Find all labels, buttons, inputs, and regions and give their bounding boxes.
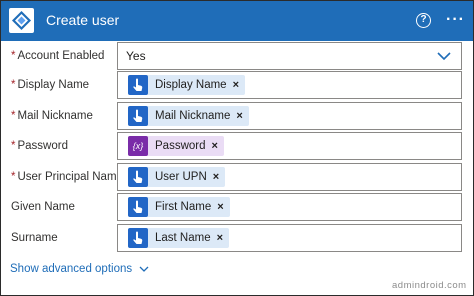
- remove-token-icon[interactable]: ×: [212, 140, 218, 152]
- field-row-mail-nickname: * Mail Nickname Mail Nickname ×: [1, 102, 473, 132]
- remove-token-icon[interactable]: ×: [217, 201, 223, 213]
- field-label-text: Password: [17, 140, 68, 152]
- remove-token-icon[interactable]: ×: [233, 79, 239, 91]
- token-label: First Name: [155, 201, 212, 213]
- field-row-surname: Surname Last Name ×: [1, 224, 473, 254]
- chevron-down-icon: [139, 266, 149, 272]
- field-row-display-name: * Display Name Display Name ×: [1, 71, 473, 101]
- forms-hand-icon: [128, 167, 148, 187]
- display-name-input[interactable]: Display Name ×: [117, 71, 462, 99]
- dynamic-content-token[interactable]: Display Name ×: [128, 75, 246, 95]
- field-label: * Password: [11, 132, 68, 162]
- token-label: Password: [155, 140, 206, 152]
- watermark: admindroid.com: [392, 280, 467, 291]
- required-marker: *: [11, 79, 16, 91]
- token-label: Display Name: [155, 79, 227, 91]
- dynamic-content-token[interactable]: First Name ×: [128, 197, 230, 217]
- advanced-options-label: Show advanced options: [10, 263, 133, 275]
- field-label-text: Given Name: [11, 201, 75, 213]
- password-input[interactable]: {x} Password ×: [117, 132, 462, 160]
- field-label: * Display Name: [11, 71, 89, 101]
- field-label: * User Principal Name: [11, 163, 123, 193]
- ellipsis-icon[interactable]: ···: [446, 11, 465, 29]
- card-header[interactable]: Create user ? ···: [1, 1, 473, 41]
- remove-token-icon[interactable]: ×: [217, 232, 223, 244]
- chevron-down-icon[interactable]: [437, 51, 451, 61]
- select-value: Yes: [126, 49, 146, 63]
- create-user-card: Create user ? ··· * Account Enabled Yes *…: [0, 0, 474, 296]
- show-advanced-options-link[interactable]: Show advanced options: [10, 263, 149, 275]
- required-marker: *: [11, 50, 16, 62]
- field-label-text: User Principal Name: [17, 171, 123, 183]
- user-principal-name-input[interactable]: User UPN ×: [117, 163, 462, 191]
- field-label: * Account Enabled: [11, 42, 104, 72]
- forms-hand-icon: [128, 197, 148, 217]
- field-label-text: Display Name: [17, 79, 90, 91]
- dynamic-content-token[interactable]: Last Name ×: [128, 228, 230, 248]
- azure-ad-icon: [9, 8, 34, 33]
- required-marker: *: [11, 171, 16, 183]
- required-marker: *: [11, 140, 16, 152]
- token-label: Mail Nickname: [155, 110, 231, 122]
- field-row-given-name: Given Name First Name ×: [1, 193, 473, 223]
- field-row-user-principal-name: * User Principal Name User UPN ×: [1, 163, 473, 193]
- token-label: User UPN: [155, 171, 207, 183]
- required-marker: *: [11, 110, 16, 122]
- given-name-input[interactable]: First Name ×: [117, 193, 462, 221]
- field-row-password: * Password {x} Password ×: [1, 132, 473, 162]
- expression-token[interactable]: {x} Password ×: [128, 136, 224, 156]
- field-label: Given Name: [11, 193, 75, 223]
- card-title: Create user: [46, 12, 120, 28]
- remove-token-icon[interactable]: ×: [213, 171, 219, 183]
- field-label: Surname: [11, 224, 58, 254]
- account-enabled-select[interactable]: Yes: [117, 42, 462, 70]
- question-circle-icon[interactable]: ?: [416, 13, 431, 28]
- forms-hand-icon: [128, 106, 148, 126]
- field-label: * Mail Nickname: [11, 102, 93, 132]
- remove-token-icon[interactable]: ×: [236, 110, 242, 122]
- field-row-account-enabled: * Account Enabled Yes: [1, 42, 473, 72]
- token-label: Last Name: [155, 232, 211, 244]
- surname-input[interactable]: Last Name ×: [117, 224, 462, 252]
- expression-fx-icon: {x}: [128, 136, 148, 156]
- forms-hand-icon: [128, 75, 148, 95]
- dynamic-content-token[interactable]: Mail Nickname ×: [128, 106, 249, 126]
- dynamic-content-token[interactable]: User UPN ×: [128, 167, 226, 187]
- field-label-text: Surname: [11, 232, 58, 244]
- field-label-text: Mail Nickname: [17, 110, 93, 122]
- mail-nickname-input[interactable]: Mail Nickname ×: [117, 102, 462, 130]
- forms-hand-icon: [128, 228, 148, 248]
- field-label-text: Account Enabled: [17, 50, 105, 62]
